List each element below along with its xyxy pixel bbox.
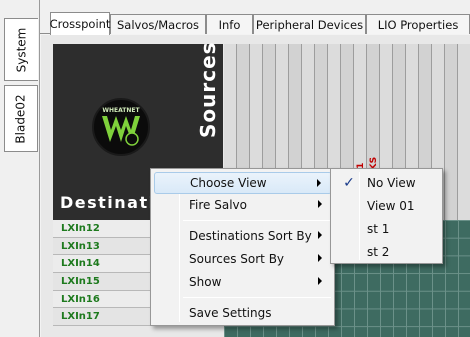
app-window: System Blade02 Crosspoint Salvos/Macros … <box>0 0 470 337</box>
submenu-arrow-icon <box>317 179 321 187</box>
wheatnet-logo: WHEATNET <box>92 98 150 156</box>
view-option-st-2[interactable]: st 2 <box>334 241 440 263</box>
menu-item-save-settings[interactable]: Save Settings <box>154 302 332 324</box>
source-column[interactable] <box>445 44 458 220</box>
choose-view-submenu: ✓ No View View 01 st 1 st 2 <box>330 168 443 264</box>
tab-blade02[interactable]: Blade02 <box>4 85 38 152</box>
source-column[interactable] <box>458 44 470 220</box>
checkmark-icon: ✓ <box>343 175 355 191</box>
view-option-label: st 2 <box>367 245 390 259</box>
menu-item-label: Show <box>189 275 222 289</box>
view-option-label: No View <box>367 176 416 190</box>
menu-item-show[interactable]: Show <box>154 271 332 293</box>
view-option-view-01[interactable]: View 01 <box>334 195 440 217</box>
menu-item-label: Choose View <box>190 176 267 190</box>
submenu-arrow-icon <box>318 277 322 285</box>
menu-item-sources-sort-by[interactable]: Sources Sort By <box>154 248 332 270</box>
logo-text: WHEATNET <box>102 107 140 114</box>
menu-item-destinations-sort-by[interactable]: Destinations Sort By <box>154 225 332 247</box>
view-option-label: st 1 <box>367 222 390 236</box>
tab-info[interactable]: Info <box>206 14 253 34</box>
tab-lio-properties[interactable]: LIO Properties <box>366 14 470 34</box>
top-tab-strip: Crosspoint Salvos/Macros Info Peripheral… <box>40 0 470 35</box>
tab-salvos-macros[interactable]: Salvos/Macros <box>110 14 206 34</box>
tab-system-label: System <box>14 27 29 72</box>
menu-item-label: Save Settings <box>189 306 272 320</box>
tab-peripheral-devices[interactable]: Peripheral Devices <box>253 14 366 34</box>
view-option-label: View 01 <box>367 199 415 213</box>
submenu-arrow-icon <box>318 200 322 208</box>
menu-item-label: Destinations Sort By <box>189 229 312 243</box>
menu-item-label: Fire Salvo <box>189 198 247 212</box>
view-option-no-view[interactable]: ✓ No View <box>334 172 440 194</box>
menu-item-choose-view[interactable]: Choose View <box>154 172 332 194</box>
tab-crosspoint[interactable]: Crosspoint <box>50 12 110 35</box>
menu-item-label: Sources Sort By <box>189 252 285 266</box>
menu-separator <box>183 297 331 298</box>
tab-system[interactable]: System <box>4 18 38 81</box>
tab-blade02-label: Blade02 <box>14 93 29 144</box>
menu-separator <box>183 220 331 221</box>
submenu-arrow-icon <box>318 254 322 262</box>
submenu-arrow-icon <box>318 231 322 239</box>
sources-label: Sources <box>196 41 220 138</box>
context-menu: Choose View Fire Salvo Destinations Sort… <box>150 168 335 326</box>
menu-item-fire-salvo[interactable]: Fire Salvo <box>154 194 332 216</box>
view-option-st-1[interactable]: st 1 <box>334 218 440 240</box>
side-tab-strip: System Blade02 <box>0 0 40 337</box>
